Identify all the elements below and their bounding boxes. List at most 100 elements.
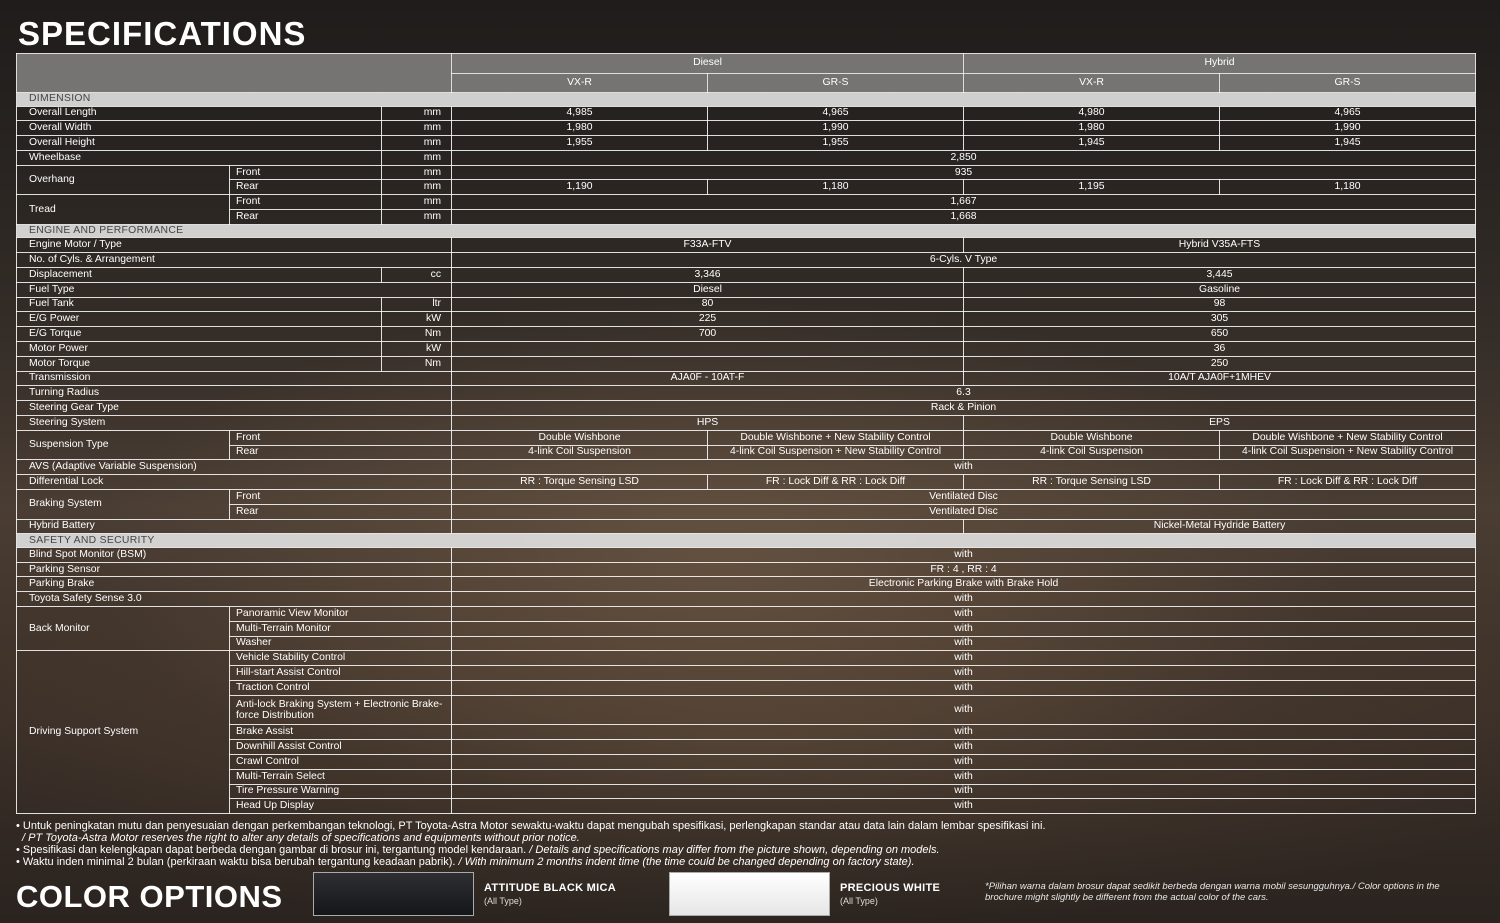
value-cell: 6.3	[451, 385, 1477, 402]
value-cell: with	[451, 591, 1477, 607]
value-cell: 650	[963, 326, 1477, 342]
color-sub-black: (All Type)	[484, 896, 522, 906]
header-diesel-vxr: VX-R	[451, 72, 709, 93]
row-label: Toyota Safety Sense 3.0	[15, 591, 453, 607]
value-cell	[451, 340, 965, 357]
row-driving-support-1: Hill-start Assist Control with	[17, 665, 1477, 681]
row-motor-power: Motor Power kW 36	[16, 340, 1477, 357]
value-cell: with	[451, 783, 1477, 800]
row-turning-radius: Turning Radius 6.3	[15, 385, 1477, 402]
value-cell: Double Wishbone + New Stability Control	[1219, 429, 1477, 446]
value-cell: 6-Cyls. V Type	[451, 252, 1477, 268]
row-driving-support-7: Multi-Terrain Select with	[17, 768, 1477, 785]
header-diesel-grs: GR-S	[707, 72, 965, 93]
color-name-black: ATTITUDE BLACK MICA	[484, 882, 616, 894]
value-cell: 36	[963, 340, 1477, 357]
row-label: Displacement	[16, 266, 382, 283]
footnotes: • Untuk peningkatan mutu dan penyesuaian…	[16, 820, 1216, 868]
value-cell: 1,180	[707, 179, 965, 196]
value-cell: 305	[963, 311, 1477, 328]
unit: mm	[380, 194, 453, 211]
row-driving-support-5: Downhill Assist Control with	[17, 739, 1477, 755]
color-sub-white: (All Type)	[840, 896, 878, 906]
row-label: Steering System	[15, 414, 453, 431]
row-eg-power: E/G Power kW 225 305	[16, 311, 1477, 328]
section-dimension: DIMENSION	[15, 92, 1477, 107]
row-label: E/G Power	[16, 311, 382, 328]
value-cell: 1,990	[1219, 120, 1477, 137]
unit: mm	[380, 209, 453, 225]
row-driving-support-0: Driving Support System Vehicle Stability…	[16, 650, 1477, 815]
value-cell	[451, 355, 965, 372]
value-cell: with	[451, 459, 1477, 476]
row-label: Driving Support System	[16, 650, 230, 815]
unit: kW	[380, 311, 453, 328]
unit: mm	[380, 105, 453, 122]
row-label: Tread	[16, 194, 230, 225]
value-cell: 4,980	[963, 105, 1221, 122]
value-cell: 1,980	[451, 120, 709, 137]
row-fuel-type: Fuel Type Diesel Gasoline	[15, 281, 1477, 298]
value-cell: Double Wishbone	[451, 429, 709, 446]
value-cell: 80	[451, 296, 965, 313]
footnote-text: • Untuk peningkatan mutu dan penyesuaian…	[16, 820, 1046, 832]
value-cell: EPS	[963, 414, 1477, 431]
unit: mm	[380, 164, 453, 181]
value-cell: with	[451, 635, 1477, 652]
value-cell: 4,985	[451, 105, 709, 122]
sub-label: Downhill Assist Control	[228, 739, 453, 755]
row-label: Motor Torque	[16, 355, 382, 372]
value-cell: 1,667	[451, 194, 1477, 211]
row-suspension-rear: Rear 4-link Coil Suspension 4-link Coil …	[17, 444, 1477, 461]
unit: cc	[380, 266, 453, 283]
value-cell: 1,980	[963, 120, 1221, 137]
value-cell: 700	[451, 326, 965, 342]
sub-label: Tire Pressure Warning	[228, 783, 453, 800]
color-options-note: *Pilihan warna dalam brosur dapat sediki…	[985, 881, 1440, 903]
row-braking-front: Braking System Front Ventilated Disc	[16, 488, 1477, 520]
value-cell: HPS	[451, 414, 965, 431]
value-cell: FR : Lock Diff & RR : Lock Diff	[1219, 474, 1477, 490]
value-cell: 935	[451, 164, 1477, 181]
row-wheelbase: Wheelbase mm 2,850	[16, 149, 1477, 166]
sub-label: Traction Control	[228, 679, 453, 696]
row-label: E/G Torque	[16, 326, 382, 342]
row-label: Transmission	[15, 370, 453, 387]
footnote-text-en: / With minimum 2 months indent time (the…	[458, 856, 915, 868]
row-avs: AVS (Adaptive Variable Suspension) with	[15, 459, 1477, 476]
row-back-monitor-1: Multi-Terrain Monitor with	[17, 620, 1477, 637]
value-cell: 3,445	[963, 266, 1477, 283]
row-label: Wheelbase	[16, 149, 382, 166]
value-cell: 1,190	[451, 179, 709, 196]
value-cell: with	[451, 606, 1477, 622]
sub-label: Rear	[228, 503, 453, 520]
section-engine: ENGINE AND PERFORMANCE	[15, 223, 1477, 239]
row-label: Steering Gear Type	[15, 400, 453, 416]
row-driving-support-3: Anti-lock Braking System + Electronic Br…	[17, 694, 1477, 726]
row-tss: Toyota Safety Sense 3.0 with	[15, 591, 1477, 607]
sub-label: Head Up Display	[228, 798, 453, 815]
color-swatch-white[interactable]	[669, 872, 830, 916]
row-label: Braking System	[16, 488, 230, 520]
value-cell: with	[451, 650, 1477, 667]
sub-label: Rear	[228, 444, 453, 461]
row-label: Overall Width	[16, 120, 382, 137]
row-back-monitor-2: Washer with	[17, 635, 1477, 652]
row-back-monitor-0: Back Monitor Panoramic View Monitor with	[16, 605, 1477, 652]
value-cell: Rack & Pinion	[451, 400, 1477, 416]
value-cell: 1,990	[707, 120, 965, 137]
row-label: Fuel Type	[15, 281, 453, 298]
row-label: Back Monitor	[16, 605, 230, 652]
value-cell: 1,955	[451, 135, 709, 151]
color-swatch-black[interactable]	[313, 872, 474, 916]
value-cell: AJA0F - 10AT-F	[451, 370, 965, 387]
row-label: Hybrid Battery	[15, 518, 453, 535]
value-cell: with	[451, 739, 1477, 755]
value-cell: with	[451, 724, 1477, 741]
row-steering-system: Steering System HPS EPS	[15, 414, 1477, 431]
sub-label: Anti-lock Braking System + Electronic Br…	[228, 694, 453, 726]
value-cell: 4-link Coil Suspension + New Stability C…	[1219, 444, 1477, 461]
value-cell: 225	[451, 311, 965, 328]
sub-label: Front	[229, 164, 382, 181]
value-cell: Diesel	[451, 281, 965, 298]
